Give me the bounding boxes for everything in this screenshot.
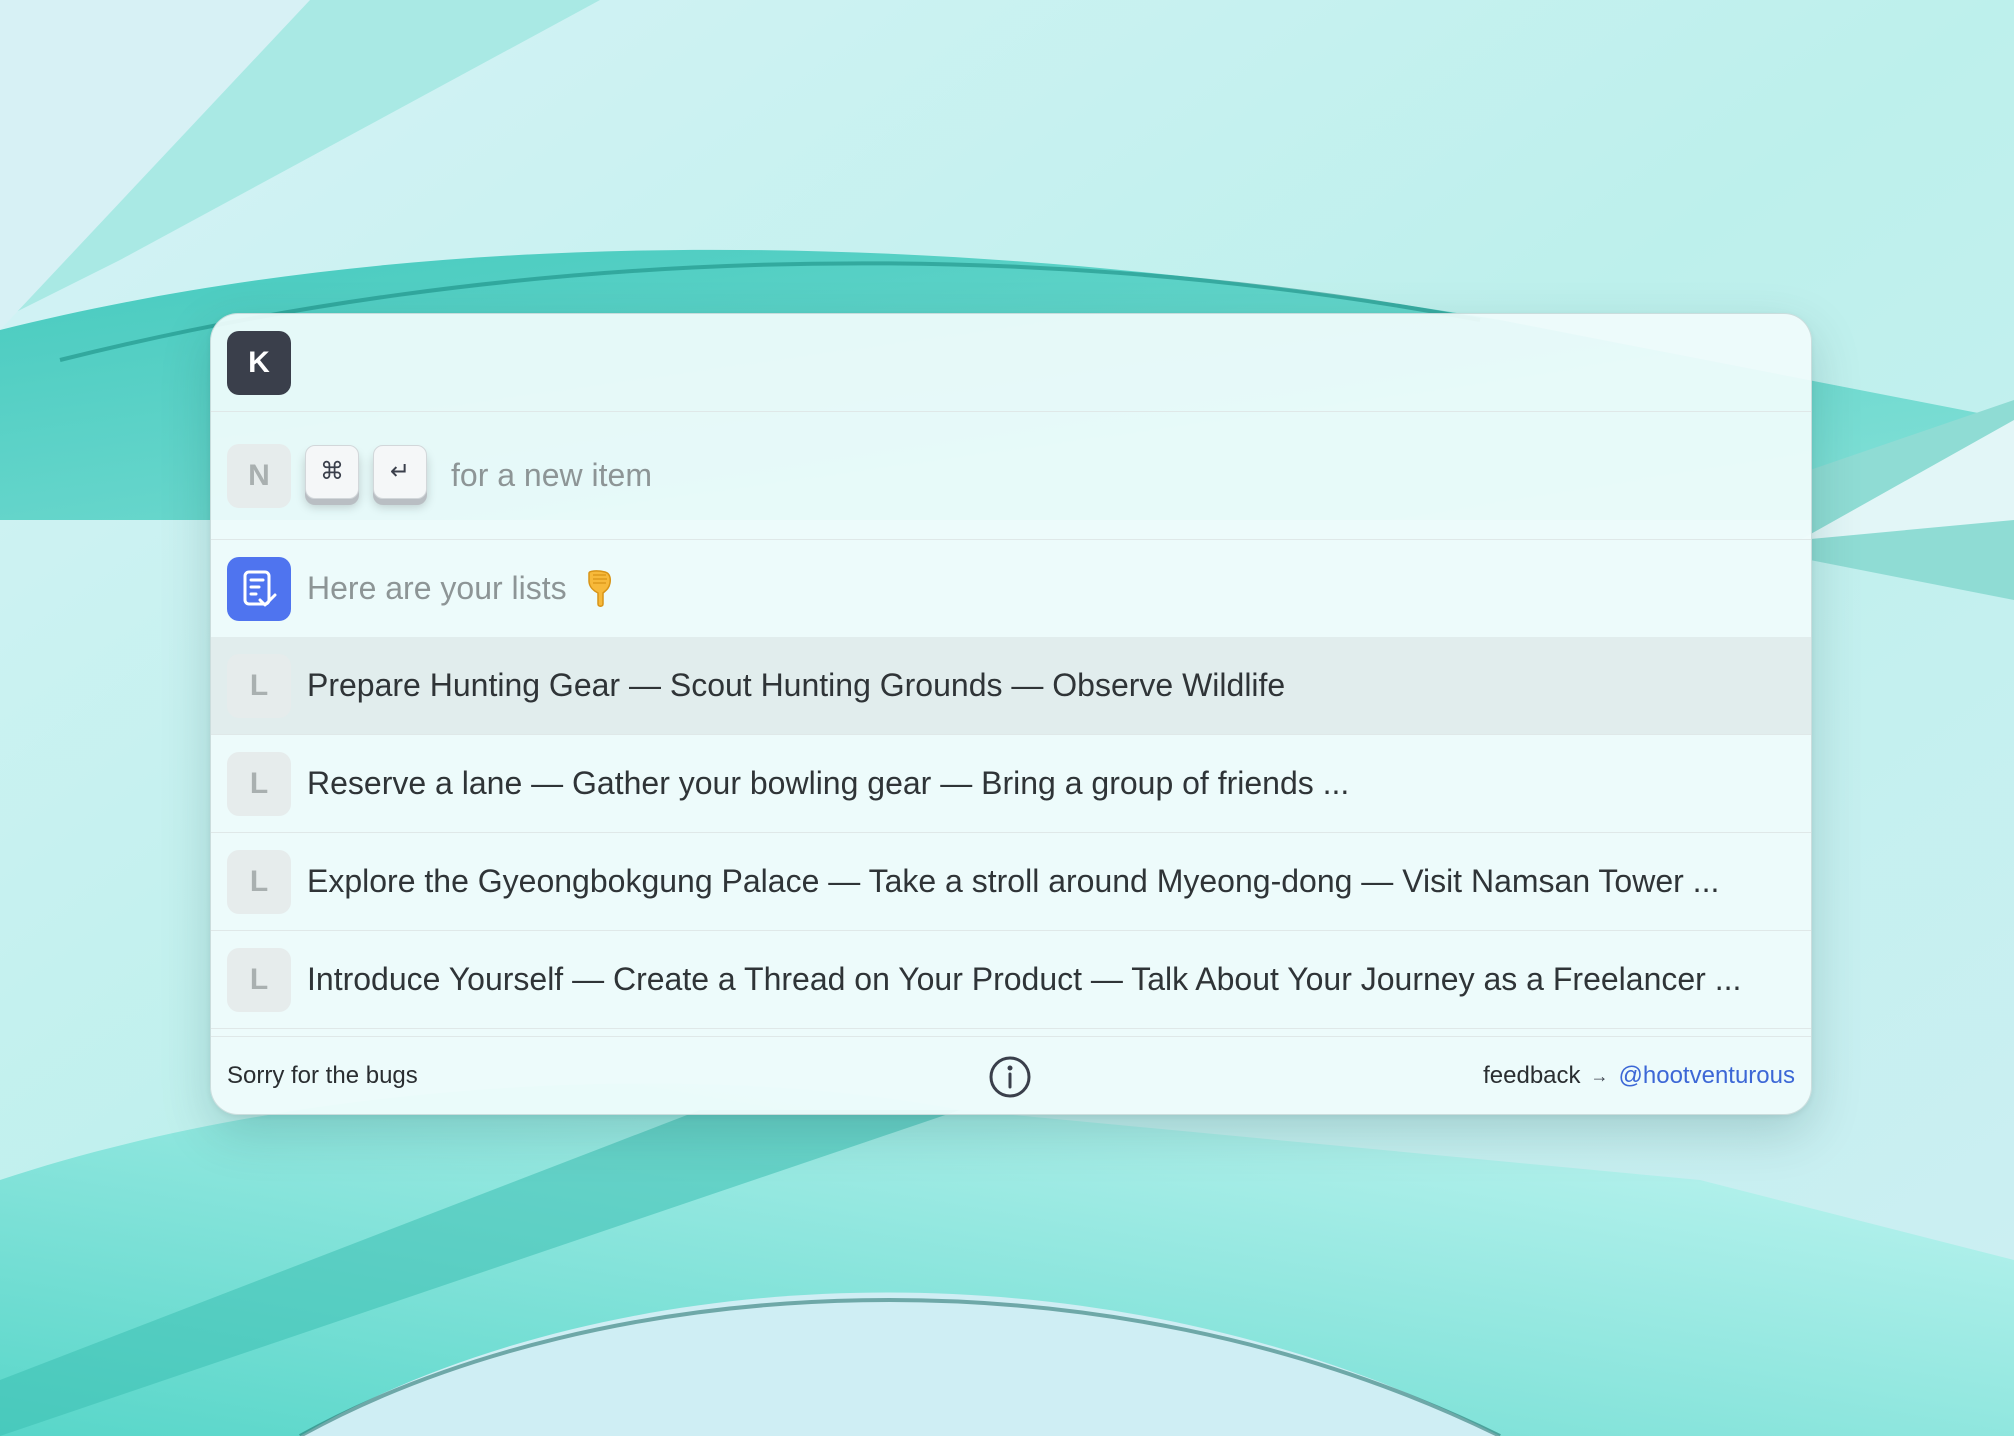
lists-header-row: Here are your lists xyxy=(211,540,1811,637)
feedback-handle-link[interactable]: @hootventurous xyxy=(1619,1062,1795,1090)
list-item[interactable]: L Prepare Hunting Gear — Scout Hunting G… xyxy=(211,637,1811,735)
backhand-index-pointing-down-icon xyxy=(587,569,611,607)
list-letter-badge: L xyxy=(227,849,291,914)
list-letter-badge: L xyxy=(227,947,291,1012)
new-item-hint: for a new item xyxy=(451,457,652,493)
list-item[interactable]: L Explore the Gyeongbokgung Palace — Tak… xyxy=(211,833,1811,931)
return-key-icon: ↵ xyxy=(373,444,427,499)
footer-bar: Sorry for the bugs feedback → @hootventu… xyxy=(211,1036,1811,1114)
list-item-text: Prepare Hunting Gear — Scout Hunting Gro… xyxy=(307,667,1286,703)
footer-note: Sorry for the bugs xyxy=(227,1061,418,1089)
list-item-text: Reserve a lane — Gather your bowling gea… xyxy=(307,765,1350,801)
list-letter-badge: L xyxy=(227,653,291,718)
feedback-label: feedback xyxy=(1483,1062,1581,1089)
list-item-text: Introduce Yourself — Create a Thread on … xyxy=(307,961,1742,997)
header-row: K xyxy=(211,314,1811,412)
list-item[interactable]: L Introduce Yourself — Create a Thread o… xyxy=(211,931,1811,1029)
app-logo[interactable]: K xyxy=(227,330,291,395)
list-letter-badge: L xyxy=(227,751,291,816)
launcher-panel: K N ⌘ ↵ for a new item Here are your lis… xyxy=(210,313,1812,1115)
lists-title: Here are your lists xyxy=(307,570,567,606)
feedback-area: feedback → @hootventurous xyxy=(1483,1037,1795,1114)
list-item[interactable]: L Reserve a lane — Gather your bowling g… xyxy=(211,735,1811,833)
shortcut-letter-badge: N xyxy=(227,443,291,508)
list-item-text: Explore the Gyeongbokgung Palace — Take … xyxy=(307,863,1720,899)
command-key-icon: ⌘ xyxy=(305,444,359,499)
arrow-right-icon: → xyxy=(1590,1065,1609,1086)
new-item-row[interactable]: N ⌘ ↵ for a new item xyxy=(211,412,1811,540)
checklist-icon xyxy=(227,556,291,621)
info-icon[interactable] xyxy=(988,1055,1032,1099)
